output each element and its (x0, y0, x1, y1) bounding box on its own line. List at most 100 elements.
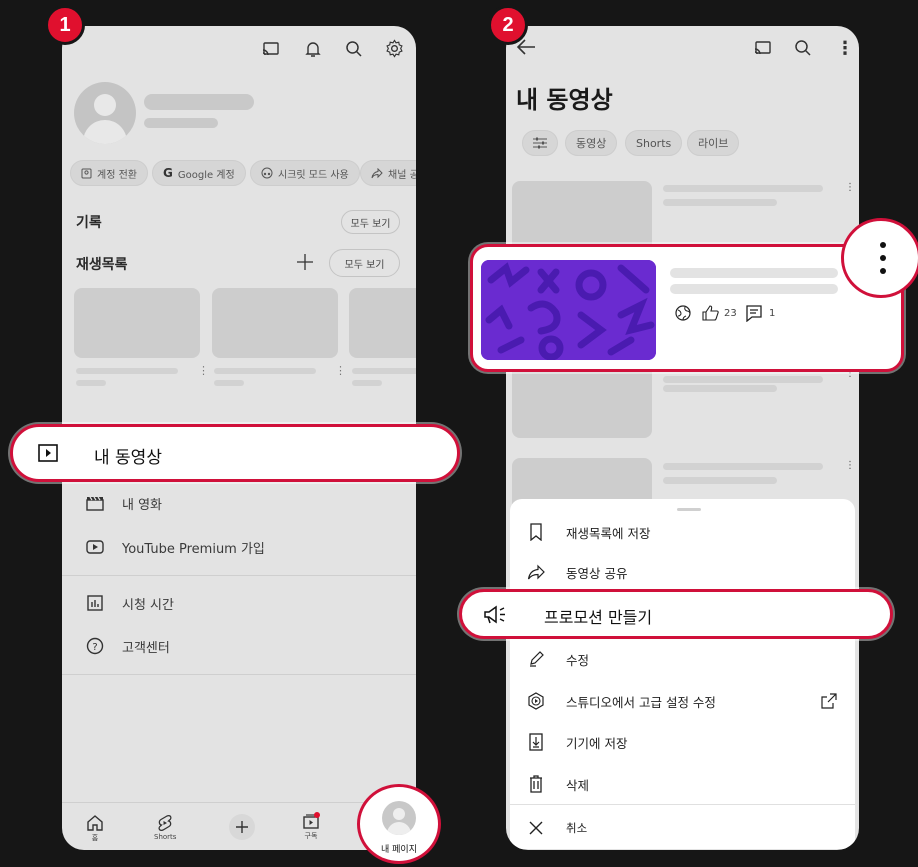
studio-icon (526, 691, 546, 711)
playlist-meta-placeholder (352, 380, 382, 386)
more-vert-icon[interactable]: ⋮ (845, 182, 855, 193)
phone-screen-my-videos: ⋮ 내 동영상 동영상 Shorts 라이브 ⋮ ⋮ ⋮ 재생목록에 저장 동영… (506, 26, 859, 850)
sheet-item-save-playlist[interactable]: 재생목록에 저장 (510, 512, 855, 552)
add-icon[interactable] (296, 253, 314, 271)
more-vert-icon[interactable]: ⋮ (836, 38, 854, 59)
sheet-item-studio-edit[interactable]: 스튜디오에서 고급 설정 수정 (510, 681, 855, 721)
video-options-sheet: 재생목록에 저장 동영상 공유 수정 스튜디오에서 고급 설정 수정 기기에 저… (510, 499, 855, 849)
sheet-item-label: 기기에 저장 (566, 735, 628, 751)
switch-account-label: 계정 전환 (97, 169, 137, 181)
filter-chip-shorts[interactable]: Shorts (625, 130, 683, 156)
bar-chart-icon (84, 592, 106, 614)
menu-item-my-movies[interactable]: 내 영화 (84, 492, 162, 514)
avatar (382, 801, 416, 835)
incognito-label: 시크릿 모드 사용 (278, 169, 349, 181)
divider (510, 804, 855, 805)
search-icon[interactable] (794, 39, 812, 57)
sheet-item-label: 동영상 공유 (566, 565, 628, 581)
step-badge-1: 1 (45, 5, 85, 45)
my-videos-label: 내 동영상 (94, 448, 162, 468)
sheet-item-share[interactable]: 동영상 공유 (510, 552, 855, 592)
playlist-thumbnail[interactable] (349, 288, 416, 358)
menu-item-help[interactable]: ? 고객센터 (84, 635, 170, 657)
like-icon (702, 305, 719, 321)
playlist-thumbnail[interactable] (74, 288, 200, 358)
clapper-icon (84, 492, 106, 514)
sheet-item-label: 취소 (566, 821, 588, 835)
more-vert-icon[interactable]: ⋮ (335, 364, 346, 377)
playlist-view-all-button[interactable]: 모두 보기 (329, 249, 400, 277)
channel-handle-placeholder (144, 118, 218, 128)
video-title-placeholder (663, 376, 823, 383)
video-more-options-highlight[interactable] (841, 218, 918, 298)
shorts-icon (156, 814, 174, 832)
play-square-icon (38, 444, 58, 462)
share-channel-chip[interactable]: 채널 공 (360, 160, 416, 186)
comment-count: 1 (769, 308, 776, 319)
incognito-chip[interactable]: 시크릿 모드 사용 (250, 160, 360, 186)
switch-account-chip[interactable]: 계정 전환 (70, 160, 148, 186)
incognito-icon (261, 167, 273, 179)
nav-shorts[interactable]: Shorts (154, 814, 176, 841)
video-title-placeholder (663, 463, 823, 470)
playlist-heading: 재생목록 (76, 257, 128, 273)
search-icon[interactable] (345, 40, 363, 58)
share-icon (371, 167, 383, 179)
google-account-chip[interactable]: G Google 계정 (152, 160, 246, 186)
home-icon (86, 814, 104, 832)
page-title: 내 동영상 (516, 86, 613, 114)
share-channel-label: 채널 공 (388, 169, 416, 181)
menu-item-watch-time[interactable]: 시청 시간 (84, 592, 174, 614)
more-vert-icon[interactable]: ⋮ (845, 460, 855, 471)
filter-settings-chip[interactable] (522, 130, 558, 156)
video-title-placeholder (670, 284, 838, 294)
nav-create[interactable] (229, 814, 255, 840)
close-icon (526, 818, 546, 838)
avatar (74, 82, 136, 144)
history-heading: 기록 (76, 215, 102, 231)
gear-icon[interactable] (385, 39, 404, 58)
google-g-icon: G (163, 166, 173, 180)
sheet-item-cancel[interactable]: 취소 (510, 808, 855, 848)
divider (62, 674, 416, 675)
pencil-icon (526, 649, 546, 669)
filter-chip-videos[interactable]: 동영상 (565, 130, 618, 156)
visibility-globe-icon (675, 305, 691, 321)
cast-icon[interactable] (262, 41, 280, 57)
menu-item-label: 고객센터 (122, 640, 170, 656)
playlist-title-placeholder (214, 368, 316, 374)
my-page-label: 내 페이지 (381, 845, 417, 855)
youtube-premium-icon (84, 536, 106, 558)
video-title-placeholder (663, 385, 777, 392)
sheet-item-label: 수정 (566, 652, 590, 668)
svg-text:?: ? (92, 642, 97, 653)
playlist-meta-placeholder (76, 380, 106, 386)
nav-label: 구독 (304, 832, 318, 840)
sheet-item-delete[interactable]: 삭제 (510, 764, 855, 804)
sheet-drag-handle[interactable] (677, 508, 701, 511)
google-account-label: Google 계정 (177, 169, 235, 181)
create-promotion-label: 프로모션 만들기 (544, 608, 653, 627)
sheet-item-edit[interactable]: 수정 (510, 639, 855, 679)
video-card-highlight[interactable]: 23 1 (470, 244, 904, 372)
nav-home[interactable]: 홈 (86, 814, 104, 843)
video-thumbnail-image[interactable] (481, 260, 656, 360)
playlist-title-placeholder (352, 368, 416, 374)
nav-subscriptions[interactable]: 구독 (302, 812, 320, 841)
my-videos-highlight[interactable]: 내 동영상 (10, 424, 460, 482)
menu-item-premium[interactable]: YouTube Premium 가입 (84, 536, 265, 558)
sheet-item-label: 스튜디오에서 고급 설정 수정 (566, 694, 716, 710)
video-title-placeholder (663, 185, 823, 192)
step-badge-2: 2 (488, 5, 528, 45)
filter-chip-live[interactable]: 라이브 (687, 130, 740, 156)
megaphone-icon (483, 605, 507, 625)
history-view-all-button[interactable]: 모두 보기 (341, 210, 400, 234)
cast-icon[interactable] (754, 40, 772, 56)
more-vert-icon[interactable]: ⋮ (198, 364, 209, 377)
my-page-tab-highlight[interactable]: 내 페이지 (357, 784, 441, 864)
bell-icon[interactable] (305, 40, 321, 58)
playlist-thumbnail[interactable] (212, 288, 338, 358)
create-promotion-highlight[interactable]: 프로모션 만들기 (459, 589, 893, 639)
sheet-item-download[interactable]: 기기에 저장 (510, 722, 855, 762)
menu-item-label: YouTube Premium 가입 (122, 541, 265, 557)
